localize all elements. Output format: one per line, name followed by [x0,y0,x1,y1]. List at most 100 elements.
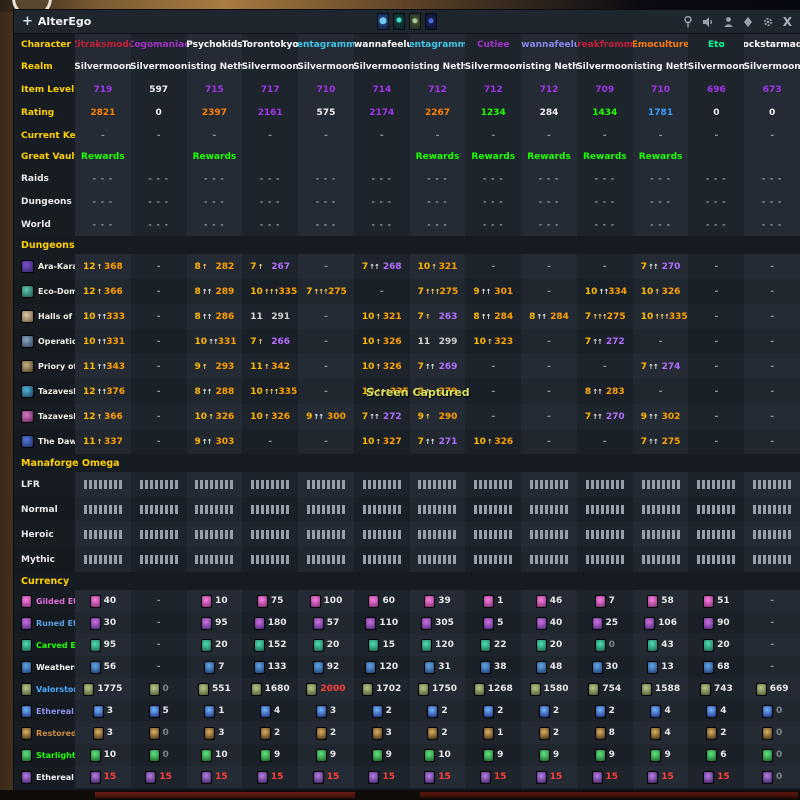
raid-progress-box [363,480,366,489]
raid-banner-icon-2[interactable] [393,13,405,30]
currency-value-cell: 110 [354,612,410,634]
currency-icon [90,595,101,608]
upgrade-arrows: ↑ [425,413,430,421]
dungeon-score-cell: 7↑↑ 271 [410,429,466,454]
raid-progress-box [266,480,269,489]
vault-rewards-cell[interactable]: Rewards [410,147,466,167]
character-name[interactable]: Pentagramma [410,34,466,55]
vault-rewards-cell[interactable]: Rewards [577,147,633,167]
mythic-plus-score: 271 [439,437,458,447]
character-name[interactable]: Iwannafeelu [521,34,577,55]
diamond-icon[interactable] [743,16,753,28]
dungeon-score-cell: - [521,254,577,279]
dungeon-score-cell: 12↑368 [75,254,131,279]
currency-name: Gilded Ethereal... [21,595,75,608]
mythic-plus-score: 366 [104,412,123,422]
raid-progress-cell [744,497,800,522]
close-icon[interactable]: X [783,16,792,28]
row-label-item-level: Item Level [21,85,74,95]
character-name[interactable]: Pentagramma [298,34,354,55]
realm-cell: Twisting Nether [521,55,577,78]
raid-progress-box [307,530,310,539]
dungeon-name-label: Tazavesh: Street... [38,412,75,421]
dungeon-score-cell: - [744,429,800,454]
character-name[interactable]: Rockstarmade [744,34,800,55]
pin-icon[interactable] [683,16,693,28]
rating-cell: 1781 [633,101,689,124]
currency-value-cell: 15 [131,766,187,788]
character-name[interactable]: Iwannafeelu [354,34,410,55]
raid-progress-box [479,555,482,564]
dungeon-score-cell: 7↑↑275 [633,429,689,454]
rating-value: 0 [713,108,719,118]
character-name[interactable]: Psychokids [187,34,243,55]
currency-name-cell: Ethereal Voidspli... [14,700,75,722]
raid-progress-box [251,530,254,539]
dungeon-name: Tazavesh: Street... [21,410,75,423]
currency-icon [316,727,327,740]
gear-icon[interactable] [762,16,774,28]
upgrade-arrows: ↑↑ [202,313,212,321]
currency-value-cell: - [131,590,187,612]
vault-slot-cell: - - - [410,213,466,236]
raid-progress-box [783,530,786,539]
raid-progress-box [565,480,568,489]
dungeon-empty: - [714,362,718,372]
currency-icon [427,727,438,740]
character-name[interactable]: Breakfromme [577,34,633,55]
raid-progress-box [560,555,563,564]
dungeon-score-cell: 12↑↑376 [75,379,131,404]
dungeon-empty: - [770,362,774,372]
raid-progress-boxes [363,480,401,489]
currency-value-cell: 106 [633,612,689,634]
volume-icon[interactable] [702,16,714,28]
currency-amount: 4 [664,728,670,738]
character-name[interactable]: Cutiee [465,34,521,55]
key-level: 7↑↑ [418,437,435,447]
raid-progress-box [165,480,168,489]
character-name[interactable]: Zitraksmode [75,34,131,55]
vault-rewards-cell[interactable]: Rewards [465,147,521,167]
rating-cell: 575 [298,101,354,124]
character-icon[interactable] [723,16,734,28]
character-name[interactable]: Cogomaniac [131,34,187,55]
vault-rewards-cell[interactable]: Rewards [521,147,577,167]
mythic-plus-score: 335 [278,287,297,297]
raid-progress-box [657,505,660,514]
raid-progress-box [504,530,507,539]
vault-rewards-cell[interactable]: Rewards [187,147,243,167]
vault-rewards-cell[interactable]: Rewards [633,147,689,167]
character-name-label: Psychokids [187,40,243,50]
currency-amount: 95 [104,640,117,650]
currency-name: Ethereal Voidspli... [21,705,75,718]
currency-icon [21,617,32,630]
vault-rewards-cell[interactable]: Rewards [75,147,131,167]
dungeon-score-cell: 8↑↑289 [187,279,243,304]
raid-progress-box [606,530,609,539]
titlebar-buttons: X [683,16,792,28]
raid-banner-icon-1[interactable] [377,13,389,30]
raid-banner-icon-4[interactable] [425,13,437,30]
raid-progress-cell [242,497,298,522]
dungeon-score-cell: - [298,254,354,279]
raid-progress-box [210,480,213,489]
upgrade-arrows: ↑↑ [97,338,107,346]
upgrade-arrows: ↑↑ [208,338,218,346]
currency-icon [756,683,767,696]
character-name[interactable]: Torontokyo [242,34,298,55]
raid-progress-box [565,530,568,539]
row-raid-normal: Normal [14,497,75,522]
currency-icon [474,683,485,696]
raid-progress-box [788,480,791,489]
character-name[interactable]: Eto [688,34,744,55]
raid-banner-icon-3[interactable] [409,13,421,30]
rating-cell: 284 [521,101,577,124]
dungeon-score-cell: - [744,329,800,354]
dungeon-score-cell: - [577,354,633,379]
currency-name: Restored Coffer... [21,727,75,740]
currency-value-cell: 3 [354,722,410,744]
key-level: 10↑↑↑ [641,312,669,322]
mythic-plus-score: 288 [216,387,235,397]
currency-value-cell: 9 [465,744,521,766]
character-name[interactable]: Emoculture [633,34,689,55]
